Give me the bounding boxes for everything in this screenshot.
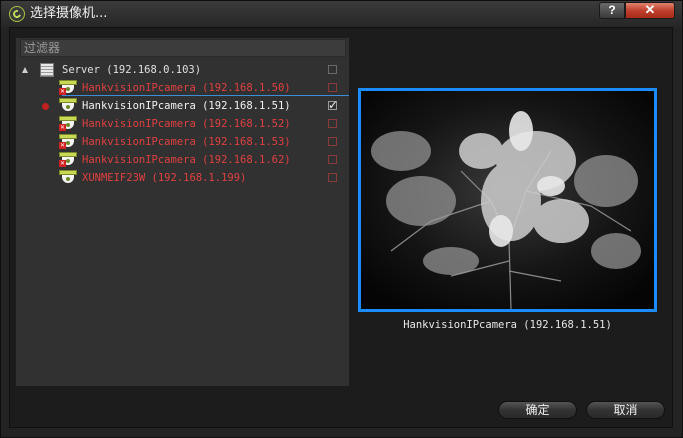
camera-checkbox[interactable]: [328, 96, 338, 114]
tree-row-camera[interactable]: HankvisionIPcamera (192.168.1.51): [16, 96, 349, 115]
preview-night-foliage-image: [361, 91, 654, 309]
tree-row-camera[interactable]: XUNMEIF23W (192.168.1.199): [16, 169, 349, 187]
title-bar[interactable]: 选择摄像机... ? ✕: [1, 1, 682, 27]
tree-row-camera[interactable]: ✕ HankvisionIPcamera (192.168.1.52): [16, 115, 349, 133]
camera-online-icon: [59, 98, 77, 113]
camera-offline-icon: ✕: [59, 116, 77, 131]
camera-label: XUNMEIF23W (192.168.1.199): [82, 172, 247, 184]
close-button[interactable]: ✕: [625, 2, 675, 19]
camera-label: HankvisionIPcamera (192.168.1.53): [82, 136, 291, 148]
camera-checkbox[interactable]: [328, 173, 337, 182]
camera-offline-icon: ✕: [59, 80, 77, 95]
camera-unauthorized-icon: [59, 170, 77, 185]
window-title: 选择摄像机...: [30, 6, 108, 21]
cancel-button[interactable]: 取消: [586, 401, 665, 419]
tree-row-camera[interactable]: ✕ HankvisionIPcamera (192.168.1.50): [16, 79, 349, 97]
camera-preview[interactable]: [358, 88, 657, 312]
camera-label: HankvisionIPcamera (192.168.1.52): [82, 118, 291, 130]
ok-button[interactable]: 确定: [498, 401, 577, 419]
help-button[interactable]: ?: [599, 2, 625, 19]
preview-caption: HankvisionIPcamera (192.168.1.51): [403, 319, 612, 331]
tree-row-server[interactable]: Server (192.168.0.103): [16, 61, 349, 79]
camera-label: HankvisionIPcamera (192.168.1.62): [82, 154, 291, 166]
camera-offline-icon: ✕: [59, 152, 77, 167]
server-icon: [40, 63, 54, 77]
camera-checkbox[interactable]: [328, 155, 337, 164]
server-label: Server (192.168.0.103): [62, 64, 202, 76]
server-checkbox[interactable]: [328, 65, 337, 74]
recording-dot-icon: [42, 103, 49, 110]
tree-row-camera[interactable]: ✕ HankvisionIPcamera (192.168.1.62): [16, 151, 349, 169]
filter-input[interactable]: 过滤器: [20, 39, 346, 57]
expand-arrow-icon[interactable]: [22, 67, 28, 73]
camera-label: HankvisionIPcamera (192.168.1.51): [82, 100, 291, 112]
camera-checkbox[interactable]: [328, 83, 337, 92]
tree-row-camera[interactable]: ✕ HankvisionIPcamera (192.168.1.53): [16, 133, 349, 151]
app-logo-icon: [9, 6, 25, 22]
camera-offline-icon: ✕: [59, 134, 77, 149]
camera-label: HankvisionIPcamera (192.168.1.50): [82, 82, 291, 94]
camera-checkbox[interactable]: [328, 119, 337, 128]
camera-checkbox[interactable]: [328, 137, 337, 146]
